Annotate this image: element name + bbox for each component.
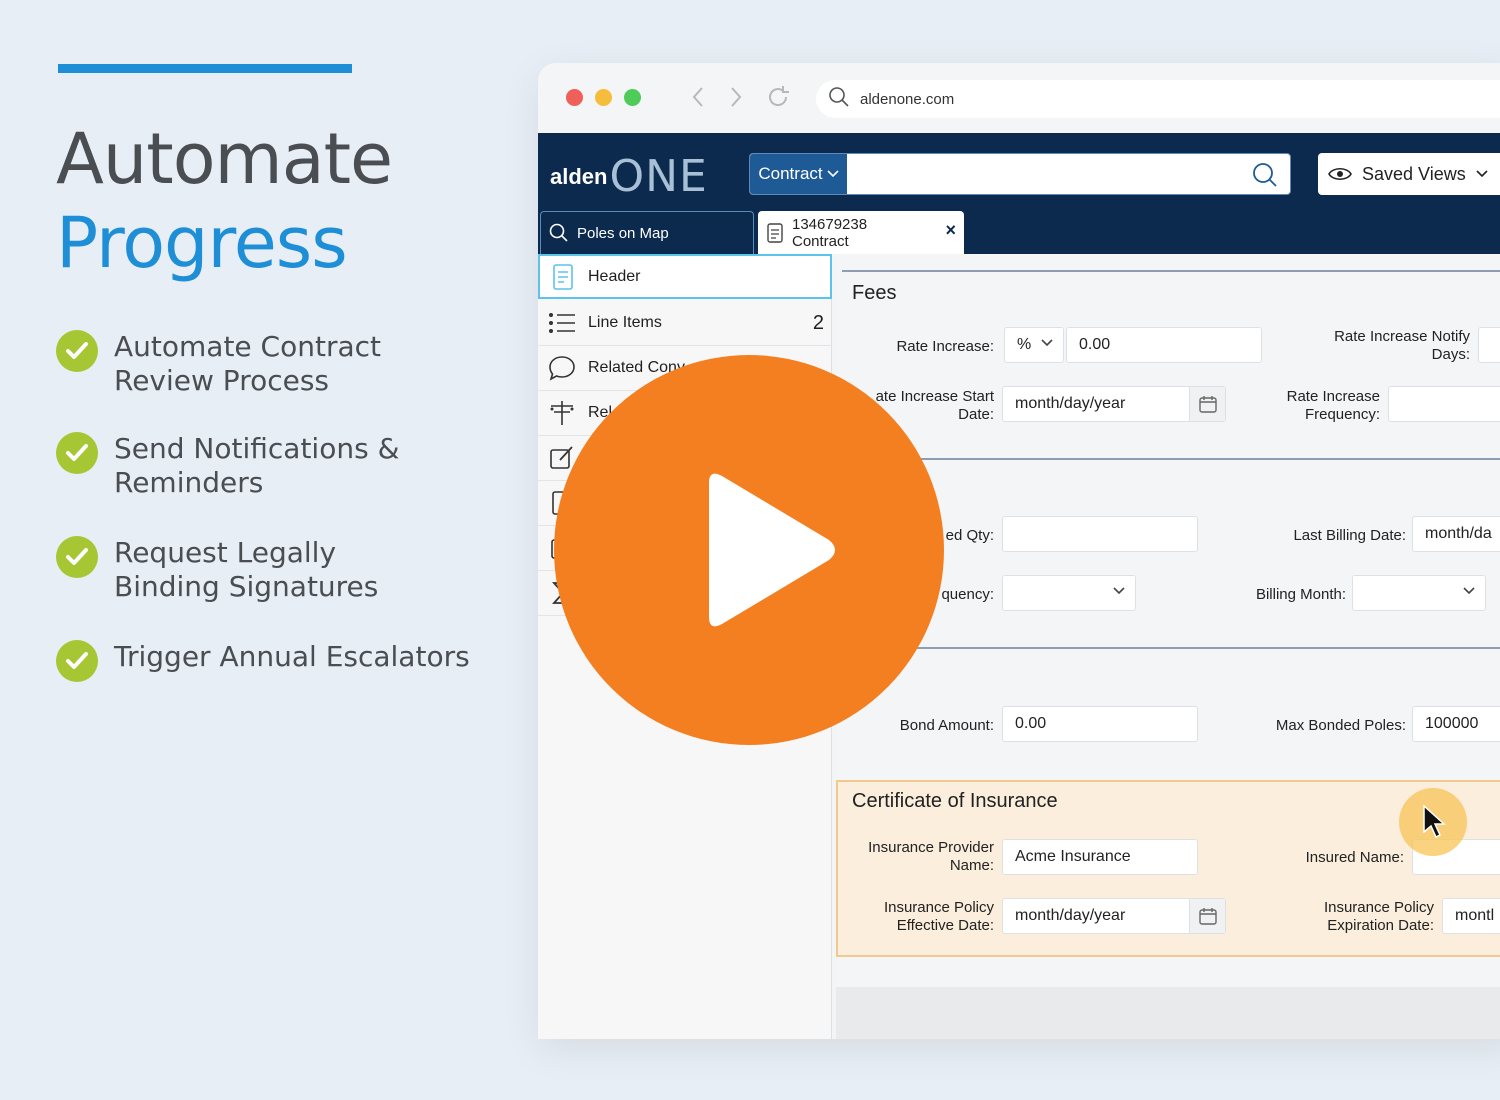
- check-icon: [56, 432, 98, 474]
- browser-toolbar: aldenone.com: [538, 63, 1500, 133]
- check-icon: [56, 640, 98, 682]
- saved-views-dropdown[interactable]: Saved Views: [1318, 153, 1500, 195]
- mouse-cursor-icon: [1423, 804, 1446, 839]
- app-header: alden ONE Contract Saved Views Poles on M…: [538, 133, 1500, 254]
- sidebar-item-line-items[interactable]: Line Items 2: [538, 301, 832, 346]
- close-icon[interactable]: ×: [945, 221, 956, 239]
- fees-section-title: Fees: [852, 282, 897, 304]
- certificate-of-insurance-section: Certificate of Insurance Insurance Provi…: [836, 780, 1500, 957]
- billing-month-label: Billing Month:: [1255, 586, 1346, 603]
- feature-text: Trigger Annual Escalators: [114, 640, 470, 673]
- rate-increase-frequency-label: Rate Increase Frequency:: [1286, 388, 1380, 423]
- last-billing-date-input[interactable]: month/da: [1412, 516, 1500, 552]
- chevron-down-icon: [1476, 170, 1488, 178]
- tab-contract[interactable]: 134679238 Contract ×: [758, 211, 964, 254]
- insured-name-label: Insured Name:: [1305, 849, 1404, 866]
- document-icon: [767, 222, 783, 243]
- qty-input[interactable]: [1002, 516, 1198, 552]
- feature-text: Request Legally Binding Signatures: [114, 536, 379, 603]
- sidebar-item-header[interactable]: Header: [538, 254, 832, 299]
- section-divider: [842, 270, 1500, 272]
- tab-poles-on-map[interactable]: Poles on Map: [540, 211, 754, 254]
- list-icon: [549, 313, 575, 333]
- play-video-button[interactable]: [554, 355, 944, 745]
- reload-icon[interactable]: [764, 83, 792, 111]
- feature-item: Request Legally Binding Signatures: [56, 536, 378, 604]
- policy-effective-date-label: Insurance Policy Effective Date:: [883, 899, 994, 934]
- alden-one-logo: alden ONE: [550, 151, 708, 202]
- rate-increase-frequency-input[interactable]: [1388, 386, 1500, 422]
- section-divider: [842, 647, 1500, 649]
- rate-increase-unit-select[interactable]: %: [1004, 327, 1064, 363]
- search-icon: [549, 223, 568, 242]
- calendar-icon[interactable]: [1189, 387, 1225, 421]
- rate-increase-input[interactable]: 0.00: [1066, 327, 1262, 363]
- contract-form: Fees Rate Increase: % 0.00 Rate Increase…: [836, 254, 1500, 1039]
- rate-increase-notify-input[interactable]: [1478, 327, 1500, 363]
- policy-expiration-date-input[interactable]: montl: [1442, 898, 1500, 934]
- bond-amount-label: Bond Amount:: [899, 717, 994, 734]
- insurance-provider-label: Insurance Provider Name:: [868, 839, 994, 874]
- max-bonded-poles-label: Max Bonded Poles:: [1275, 717, 1406, 734]
- chevron-down-icon: [1041, 339, 1053, 347]
- section-divider: [842, 458, 1500, 460]
- search-type-dropdown[interactable]: Contract: [750, 154, 847, 194]
- billing-month-select[interactable]: [1352, 575, 1486, 611]
- feature-text: Send Notifications & Reminders: [114, 432, 400, 499]
- insurance-provider-input[interactable]: Acme Insurance: [1002, 839, 1198, 875]
- chat-bubble-icon: [549, 356, 575, 381]
- play-icon: [709, 473, 835, 627]
- forward-icon[interactable]: [722, 83, 750, 111]
- search-icon: [828, 86, 850, 112]
- headline-progress: Progress: [56, 202, 348, 284]
- headline-automate: Automate: [56, 118, 393, 200]
- policy-expiration-date-label: Insurance Policy Expiration Date:: [1323, 899, 1434, 934]
- feature-item: Automate Contract Review Process: [56, 330, 381, 398]
- calendar-icon[interactable]: [1189, 899, 1225, 933]
- rate-increase-label: Rate Increase:: [896, 338, 994, 355]
- chevron-down-icon: [827, 170, 839, 178]
- form-footer: [836, 987, 1500, 1039]
- url-text: aldenone.com: [860, 90, 955, 108]
- rate-increase-notify-label: Rate Increase Notify Days:: [1334, 328, 1470, 363]
- feature-item: Send Notifications & Reminders: [56, 432, 399, 500]
- maximize-window-button[interactable]: [624, 89, 641, 106]
- rate-increase-start-date[interactable]: month/day/year: [1002, 386, 1226, 422]
- minimize-window-button[interactable]: [595, 89, 612, 106]
- bond-amount-input[interactable]: 0.00: [1002, 706, 1198, 742]
- chevron-down-icon: [1113, 587, 1125, 595]
- accent-bar: [58, 64, 352, 73]
- url-bar[interactable]: aldenone.com: [816, 80, 1500, 118]
- max-bonded-poles-input[interactable]: 100000: [1412, 706, 1500, 742]
- utility-pole-icon: [550, 401, 574, 425]
- frequency-select[interactable]: [1002, 575, 1136, 611]
- check-icon: [56, 330, 98, 372]
- back-icon[interactable]: [684, 83, 712, 111]
- line-items-count: 2: [812, 311, 824, 334]
- last-billing-date-label: Last Billing Date:: [1293, 527, 1406, 544]
- feature-text: Automate Contract Review Process: [114, 330, 381, 397]
- feature-item: Trigger Annual Escalators: [56, 640, 470, 682]
- check-icon: [56, 536, 98, 578]
- chevron-down-icon: [1463, 587, 1475, 595]
- search-icon[interactable]: [1252, 162, 1278, 193]
- eye-icon: [1328, 167, 1352, 181]
- document-icon: [553, 263, 573, 290]
- insurance-section-title: Certificate of Insurance: [852, 790, 1058, 812]
- global-search[interactable]: Contract: [749, 153, 1291, 195]
- policy-effective-date-input[interactable]: month/day/year: [1002, 898, 1226, 934]
- close-window-button[interactable]: [566, 89, 583, 106]
